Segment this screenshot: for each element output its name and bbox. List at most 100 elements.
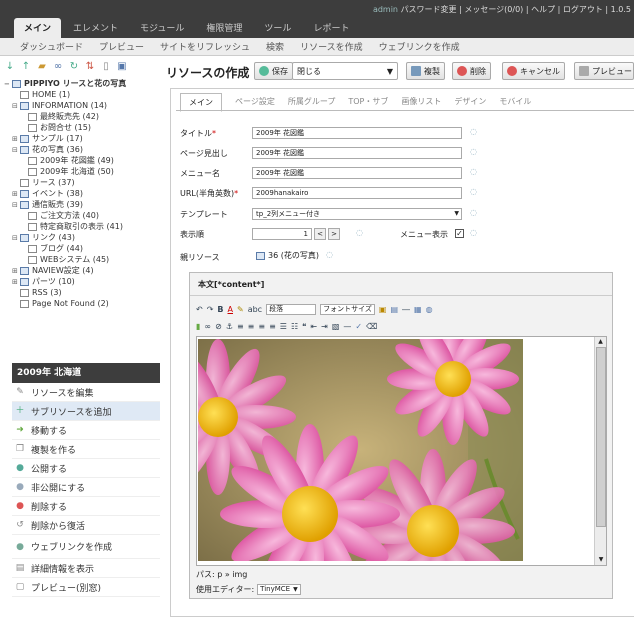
code-icon[interactable]: ▧ xyxy=(332,322,340,331)
table-icon[interactable]: ▦ xyxy=(414,305,422,314)
duplicate-button[interactable]: 複製 xyxy=(406,62,445,80)
tree-item[interactable]: 最終販売先 (42) xyxy=(4,111,160,122)
tree-item[interactable]: ⊞ イベント (38) xyxy=(4,188,160,199)
tree-item[interactable]: ⊞ NAVIEW設定 (4) xyxy=(4,265,160,276)
help-icon[interactable]: ◌ xyxy=(326,250,333,259)
nav-preview[interactable]: プレビュー xyxy=(99,40,144,53)
title-field[interactable]: 2009年 花図鑑 xyxy=(252,127,462,139)
editor-select[interactable]: TinyMCE ▼ xyxy=(257,584,301,595)
template-select[interactable]: tp_2列メニュー付き ▼ xyxy=(252,208,462,220)
hr-line-icon[interactable]: — xyxy=(343,322,351,331)
tree-toggle-icon[interactable]: ⊟ xyxy=(12,146,20,154)
bullet-list-icon[interactable]: ☰ xyxy=(280,322,287,331)
help-icon[interactable]: ◌ xyxy=(356,228,363,237)
tree-item[interactable]: お問合せ (15) xyxy=(4,122,160,133)
media-icon[interactable]: ▤ xyxy=(390,305,398,314)
tab-permissions[interactable]: 権限管理 xyxy=(196,18,252,38)
scroll-thumb[interactable] xyxy=(596,347,606,527)
tree-item[interactable]: ⊟ 通信販売 (39) xyxy=(4,199,160,210)
tree-item[interactable]: ⊞ サンプル (17) xyxy=(4,133,160,144)
tree-item[interactable]: ⊞ パーツ (10) xyxy=(4,276,160,287)
context-item[interactable]: ● ウェブリンクを作成 xyxy=(12,535,160,559)
arrow-up-icon[interactable]: ↑ xyxy=(20,61,32,73)
help-icon[interactable]: ◌ xyxy=(470,127,477,136)
decrement-button[interactable]: < xyxy=(314,228,326,240)
longtitle-field[interactable]: 2009年 花図鑑 xyxy=(252,147,462,159)
refresh-icon[interactable]: ↻ xyxy=(68,61,80,73)
sort-icon[interactable]: ⇅ xyxy=(84,61,96,73)
image-icon[interactable]: ▣ xyxy=(379,305,387,314)
blockquote-icon[interactable]: ❝ xyxy=(302,322,306,331)
tree-root[interactable]: − PIPPIYO リースと花の写真 xyxy=(4,78,160,89)
tree-toggle-icon[interactable]: ⊞ xyxy=(12,278,20,286)
nav-dashboard[interactable]: ダッシュボード xyxy=(20,40,83,53)
context-item[interactable]: ▤ 詳細情報を表示 xyxy=(12,559,160,578)
undo-icon[interactable]: ↶ xyxy=(196,305,203,314)
view-icon[interactable]: ▣ xyxy=(116,61,128,73)
outdent-icon[interactable]: ⇤ xyxy=(310,322,317,331)
context-item[interactable]: ＋ サブリソースを追加 xyxy=(12,402,160,421)
preview-button[interactable]: プレビュー xyxy=(574,62,634,80)
highlight-icon[interactable]: ✎ xyxy=(237,305,244,314)
tree-toggle-icon[interactable]: − xyxy=(4,80,12,88)
parent-resource[interactable]: 36 (花の写真) xyxy=(256,250,319,261)
clear-format-icon[interactable]: ⌫ xyxy=(366,322,377,331)
spellcheck-icon[interactable]: ✓ xyxy=(355,322,362,331)
tree-item[interactable]: Page Not Found (2) xyxy=(4,298,160,309)
nav-refresh-site[interactable]: サイトをリフレッシュ xyxy=(160,40,250,53)
align-left-icon[interactable]: ≡ xyxy=(237,322,244,331)
link-icon[interactable]: ∞ xyxy=(204,322,211,331)
help-icon[interactable]: ◌ xyxy=(470,167,477,176)
tree-item[interactable]: 特定商取引の表示 (41) xyxy=(4,221,160,232)
tree-item[interactable]: ブログ (44) xyxy=(4,243,160,254)
tree-toggle-icon[interactable]: ⊟ xyxy=(12,201,20,209)
align-right-icon[interactable]: ≡ xyxy=(258,322,265,331)
indent-icon[interactable]: ⇥ xyxy=(321,322,328,331)
flower-image[interactable] xyxy=(198,339,523,561)
trash-icon[interactable]: ▯ xyxy=(100,61,112,73)
bold-icon[interactable]: B xyxy=(217,305,223,314)
link-icon[interactable]: ∞ xyxy=(52,61,64,73)
context-item[interactable]: ▢ プレビュー(別窓) xyxy=(12,578,160,597)
strike-icon[interactable]: abc xyxy=(248,305,262,314)
tree-item[interactable]: HOME (1) xyxy=(4,89,160,100)
tree-toggle-icon[interactable]: ⊟ xyxy=(12,234,20,242)
help-icon[interactable]: ◌ xyxy=(470,208,477,217)
increment-button[interactable]: > xyxy=(328,228,340,240)
alias-field[interactable]: 2009hanakairo xyxy=(252,187,462,199)
tree-toggle-icon[interactable]: ⊞ xyxy=(12,135,20,143)
align-justify-icon[interactable]: ≡ xyxy=(269,322,276,331)
folder-new-icon[interactable]: ▰ xyxy=(36,61,48,73)
hr-icon[interactable]: ― xyxy=(402,305,410,314)
help-icon[interactable]: ◌ xyxy=(470,187,477,196)
anchor-icon[interactable]: ⚓ xyxy=(226,322,233,331)
help-icon[interactable]: ◌ xyxy=(470,147,477,156)
menu-show-checkbox[interactable]: ✓ xyxy=(455,229,464,238)
context-item[interactable]: ● 削除する xyxy=(12,497,160,516)
number-list-icon[interactable]: ☷ xyxy=(291,322,298,331)
delete-button[interactable]: 削除 xyxy=(452,62,491,80)
tree-item[interactable]: ⊟ INFORMATION (14) xyxy=(4,100,160,111)
scroll-down-icon[interactable]: ▼ xyxy=(595,555,607,565)
align-center-icon[interactable]: ≡ xyxy=(248,322,255,331)
tree-item[interactable]: リース (37) xyxy=(4,177,160,188)
tree-item[interactable]: WEBシステム (45) xyxy=(4,254,160,265)
editor-scrollbar[interactable]: ▲ ▼ xyxy=(594,337,606,565)
paste-icon[interactable]: ▮ xyxy=(196,322,200,331)
nav-search[interactable]: 検索 xyxy=(266,40,284,53)
tab-elements[interactable]: エレメント xyxy=(63,18,128,38)
cancel-button[interactable]: キャンセル xyxy=(502,62,565,80)
tab-reports[interactable]: レポート xyxy=(303,18,359,38)
redo-icon[interactable]: ↷ xyxy=(207,305,214,314)
fontsize-select[interactable]: フォントサイズ xyxy=(320,304,375,315)
user-links[interactable]: admin パスワード変更 | メッセージ(0/0) | ヘルプ | ログアウト… xyxy=(373,4,631,15)
context-item[interactable]: ● 非公開にする xyxy=(12,478,160,497)
tab-modules[interactable]: モジュール xyxy=(130,18,194,38)
tree-item[interactable]: 2009年 北海道 (50) xyxy=(4,166,160,177)
tree-item[interactable]: ⊟ リンク (43) xyxy=(4,232,160,243)
tree-item[interactable]: ご注文方法 (40) xyxy=(4,210,160,221)
tree-toggle-icon[interactable]: ⊟ xyxy=(12,102,20,110)
context-item[interactable]: ➜ 移動する xyxy=(12,421,160,440)
tree-toggle-icon[interactable]: ⊞ xyxy=(12,190,20,198)
tab-main[interactable]: メイン xyxy=(14,18,62,38)
